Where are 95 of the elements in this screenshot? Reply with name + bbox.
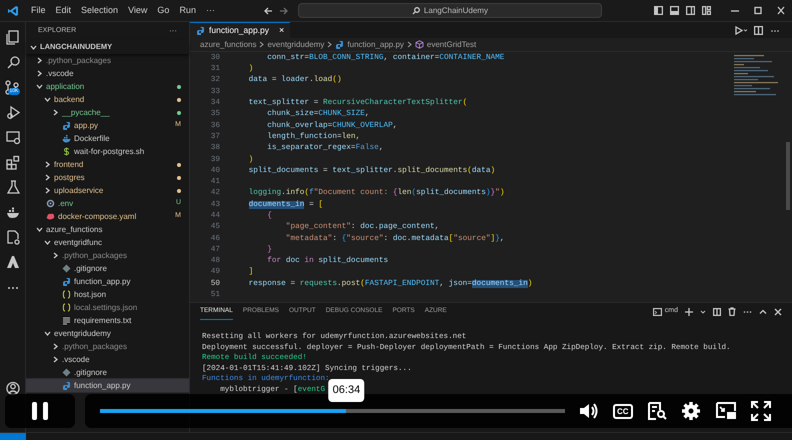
extensions-icon[interactable] xyxy=(6,155,20,170)
sidebar-layout-icon[interactable] xyxy=(654,6,663,15)
lines-file-icon xyxy=(62,316,71,325)
tree-item[interactable]: .python_packages xyxy=(26,249,189,262)
split-icon[interactable] xyxy=(713,308,721,316)
pause-icon xyxy=(31,401,49,421)
python-file-icon xyxy=(335,40,344,49)
diamond-file-icon xyxy=(62,368,71,377)
menu-item[interactable]: ··· xyxy=(200,4,220,18)
minimap xyxy=(734,55,778,96)
tree-item[interactable]: host.json xyxy=(26,288,189,301)
editor-tab[interactable]: function_app.py × xyxy=(190,22,290,38)
menu-item[interactable]: Selection xyxy=(76,4,124,18)
search-icon[interactable] xyxy=(6,55,20,70)
chevron-right-icon xyxy=(406,41,412,48)
split-editor-icon[interactable] xyxy=(754,26,763,34)
menu-item[interactable]: File xyxy=(26,4,51,18)
trash-icon[interactable] xyxy=(728,307,736,316)
plus-icon[interactable] xyxy=(685,308,693,316)
tree-item[interactable]: .vscode xyxy=(26,67,189,80)
breadcrumb-item[interactable]: function_app.py xyxy=(347,38,404,50)
search-icon xyxy=(412,6,420,14)
menu-item[interactable]: Go xyxy=(152,4,174,18)
split-layout-icon[interactable] xyxy=(686,6,695,15)
chevron-down-icon[interactable] xyxy=(700,308,706,314)
chevron-right-icon xyxy=(327,41,332,48)
breadcrumb-item[interactable]: eventgridudemy xyxy=(267,38,324,50)
tree-item[interactable]: wait-for-postgres.sh xyxy=(26,145,189,158)
fullscreen-icon[interactable] xyxy=(750,401,771,421)
progress-track[interactable] xyxy=(100,409,565,413)
picture-in-picture-icon[interactable] xyxy=(714,402,737,420)
files-icon[interactable] xyxy=(6,30,20,45)
back-arrow-icon[interactable] xyxy=(264,6,273,14)
tree-item[interactable]: .vscode xyxy=(26,353,189,366)
tree-item[interactable]: .python_packages xyxy=(26,54,189,67)
document-search-icon[interactable] xyxy=(646,402,667,420)
tree-item[interactable]: azure_functions xyxy=(26,223,189,236)
time-tooltip: 06:34 xyxy=(328,379,364,402)
tree-item[interactable]: .gitignore xyxy=(26,366,189,379)
panel-layout-icon[interactable] xyxy=(670,6,679,15)
app-logo-icon xyxy=(7,4,19,16)
braces-file-icon xyxy=(62,303,71,312)
tree-item[interactable]: backend xyxy=(26,93,189,106)
close-icon[interactable] xyxy=(776,6,786,15)
tree-item[interactable]: postgres xyxy=(26,171,189,184)
breadcrumb-item[interactable]: eventGridTest xyxy=(426,38,476,50)
breadcrumb-item[interactable]: azure_functions xyxy=(200,38,256,50)
tree-item[interactable]: .gitignore xyxy=(26,262,189,275)
tree-item[interactable]: eventgridfunc xyxy=(26,236,189,249)
monitor-icon[interactable] xyxy=(6,130,20,145)
scrollbar-thumb[interactable] xyxy=(786,142,790,210)
python-file-icon xyxy=(196,26,205,35)
chevron-down-icon xyxy=(30,44,37,50)
python-file-icon xyxy=(62,381,71,390)
tree-item[interactable]: Dockerfile xyxy=(26,132,189,145)
account-icon[interactable] xyxy=(6,381,20,396)
tree-item[interactable]: eventgridudemy xyxy=(26,327,189,340)
volume-icon[interactable] xyxy=(579,402,599,420)
tree-item[interactable]: requirements.txt xyxy=(26,314,189,327)
settings-icon[interactable] xyxy=(680,401,701,421)
dollar-file-icon xyxy=(62,147,71,156)
diamond-file-icon xyxy=(62,264,71,273)
cube-icon xyxy=(414,40,424,49)
python-file-icon xyxy=(62,277,71,286)
terminal-icon[interactable] xyxy=(652,308,662,316)
maximize-icon[interactable] xyxy=(753,6,763,15)
tree-item[interactable]: frontend xyxy=(26,158,189,171)
python-file-icon xyxy=(62,121,71,130)
command-center-search[interactable]: LangChainUdemy xyxy=(298,3,602,18)
close-tab-button[interactable]: × xyxy=(279,24,284,38)
tree-item[interactable]: application xyxy=(26,80,189,93)
menu-item[interactable]: Edit xyxy=(50,4,76,18)
tree-item[interactable]: __pycache__ xyxy=(26,106,189,119)
tree-item[interactable]: function_app.py xyxy=(26,379,189,392)
more-actions-button[interactable]: ··· xyxy=(169,25,177,37)
chevron-up-icon[interactable] xyxy=(759,308,767,316)
pause-button[interactable] xyxy=(5,394,75,428)
customize-layout-icon[interactable] xyxy=(702,6,711,15)
tree-item[interactable]: function_app.py xyxy=(26,275,189,288)
source-control-icon[interactable] xyxy=(4,80,18,95)
close-icon[interactable] xyxy=(774,308,782,316)
tree-item[interactable]: .python_packages xyxy=(26,340,189,353)
braces-file-icon xyxy=(62,290,71,299)
forward-arrow-icon[interactable] xyxy=(278,6,288,14)
menu-item[interactable]: View xyxy=(123,4,152,18)
chevron-right-icon xyxy=(259,41,264,48)
whale-icon[interactable] xyxy=(6,205,20,220)
tree-item[interactable]: local.settings.json xyxy=(26,301,189,314)
run-debug-icon[interactable] xyxy=(6,105,20,120)
letter-a-logo-icon[interactable] xyxy=(6,255,20,270)
tree-item[interactable]: uploadservice xyxy=(26,184,189,197)
captions-button[interactable]: CC xyxy=(613,404,633,418)
flask-icon[interactable] xyxy=(6,180,20,195)
play-icon[interactable] xyxy=(735,26,747,34)
menu-item[interactable]: Run xyxy=(174,4,201,18)
